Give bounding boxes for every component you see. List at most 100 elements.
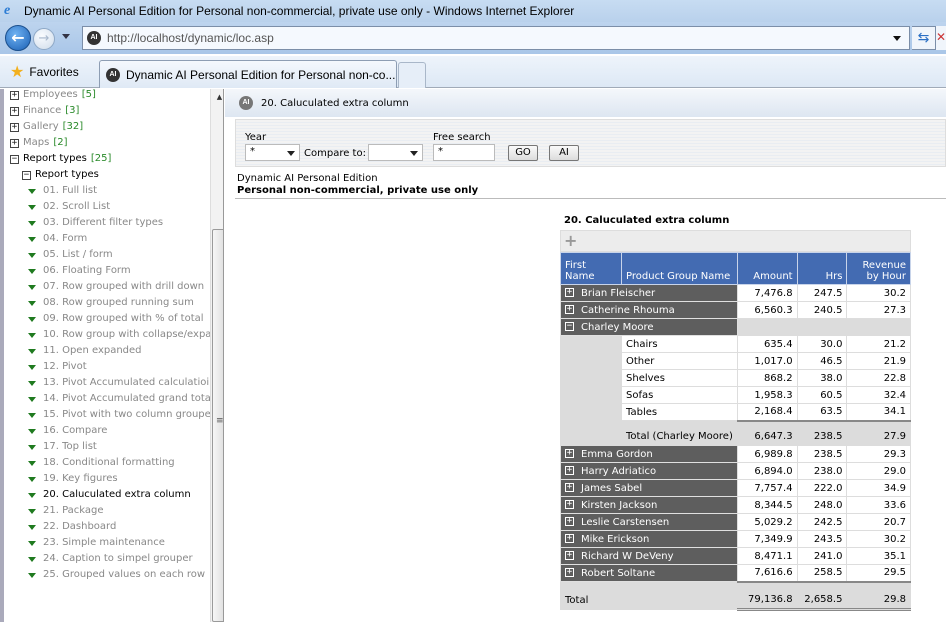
sidebar-report-label: 08. Row grouped running sum xyxy=(43,297,194,308)
sidebar-report-item[interactable]: 12. Pivot xyxy=(10,359,210,375)
sidebar-report-item[interactable]: 16. Compare xyxy=(10,423,210,439)
group-name-cell[interactable]: + Harry Adriatico xyxy=(560,462,738,480)
expand-icon[interactable]: + xyxy=(565,500,574,509)
stop-button[interactable]: ✕ xyxy=(936,26,946,50)
col-product-group[interactable]: Product Group Name xyxy=(621,252,738,285)
tree-group-label: Report types xyxy=(23,153,87,164)
sidebar-report-item[interactable]: 25. Grouped values on each row xyxy=(10,567,210,583)
tree-group[interactable]: + Finance [3] xyxy=(10,103,210,119)
group-name-cell[interactable]: + Brian Fleischer xyxy=(560,284,738,302)
expand-icon[interactable]: + xyxy=(565,517,574,526)
sidebar-report-item[interactable]: 06. Floating Form xyxy=(10,263,210,279)
expand-icon[interactable]: + xyxy=(10,122,19,132)
scroll-grip-icon: ≡ xyxy=(216,416,224,426)
sidebar-report-item[interactable]: 04. Form xyxy=(10,231,210,247)
collapse-icon[interactable]: − xyxy=(565,322,574,331)
expand-icon[interactable]: + xyxy=(565,551,574,560)
grand-total-amount: 79,136.8 xyxy=(736,580,798,611)
sidebar-report-item[interactable]: 07. Row grouped with drill down xyxy=(10,279,210,295)
sidebar-report-label: 04. Form xyxy=(43,233,88,244)
detail-row: Tables 2,168.4 63.5 34.1 xyxy=(559,403,911,421)
browser-tab[interactable]: AI Dynamic AI Personal Edition for Perso… xyxy=(99,60,397,88)
sidebar-report-item[interactable]: 21. Package xyxy=(10,503,210,519)
sidebar-report-item[interactable]: 23. Simple maintenance xyxy=(10,535,210,551)
sidebar-report-item[interactable]: 13. Pivot Accumulated calculatioi xyxy=(10,375,210,391)
refresh-button[interactable]: ⇆ xyxy=(912,26,936,50)
col-revenue-by-hour[interactable]: Revenue by Hour xyxy=(846,252,911,285)
sidebar-report-label: 14. Pivot Accumulated grand tota xyxy=(43,393,211,404)
go-button[interactable]: GO xyxy=(508,145,538,161)
sidebar-report-item[interactable]: 14. Pivot Accumulated grand tota xyxy=(10,391,211,407)
collapse-icon[interactable]: − xyxy=(10,154,19,164)
tree-group-label: Gallery xyxy=(23,121,59,132)
group-name-cell[interactable]: + Emma Gordon xyxy=(560,445,738,463)
tree-group[interactable]: + Employees [5] xyxy=(10,89,210,103)
group-name-cell[interactable]: + Leslie Carstensen xyxy=(560,513,738,531)
col-first-name[interactable]: First Name xyxy=(559,252,623,285)
sidebar-report-item[interactable]: 10. Row group with collapse/expai xyxy=(10,327,214,343)
tree-group[interactable]: − Report types [25] xyxy=(10,151,210,167)
tree-subgroup[interactable]: − Report types xyxy=(10,167,210,183)
expand-icon[interactable]: + xyxy=(10,106,19,116)
sidebar-report-item[interactable]: 09. Row grouped with % of total xyxy=(10,311,210,327)
group-name-cell[interactable]: + James Sabel xyxy=(560,479,738,497)
favorites-button[interactable]: ★ Favorites xyxy=(10,62,79,82)
tree-group[interactable]: + Gallery [32] xyxy=(10,119,210,135)
new-tab-button[interactable] xyxy=(398,62,426,88)
expand-icon[interactable]: + xyxy=(565,288,574,297)
sidebar-scrollbar[interactable]: ▲ ≡ xyxy=(210,89,224,622)
sidebar-report-item[interactable]: 15. Pivot with two column grouper xyxy=(10,407,215,423)
sidebar-report-item[interactable]: 11. Open expanded xyxy=(10,343,210,359)
report-tree: + Employees [5] + Finance [3] + Gallery … xyxy=(10,89,215,583)
group-name-cell[interactable]: + Catherine Rhouma xyxy=(560,301,738,319)
sidebar-report-item[interactable]: 24. Caption to simpel grouper xyxy=(10,551,210,567)
scroll-thumb[interactable]: ≡ xyxy=(212,229,224,622)
year-select[interactable]: * xyxy=(245,144,300,161)
address-dropdown-icon[interactable] xyxy=(893,36,901,41)
group-name-cell[interactable]: + Mike Erickson xyxy=(560,530,738,548)
history-dropdown-icon[interactable] xyxy=(62,34,70,39)
col-hrs[interactable]: Hrs xyxy=(796,252,848,285)
compare-select[interactable] xyxy=(368,144,423,161)
col-amount[interactable]: Amount xyxy=(736,252,798,285)
group-name-cell[interactable]: − Charley Moore xyxy=(560,318,738,336)
amount-cell: 635.4 xyxy=(736,335,798,353)
collapse-icon[interactable]: − xyxy=(22,170,31,180)
hrs-cell: 247.5 xyxy=(796,284,848,302)
expand-icon[interactable]: + xyxy=(565,449,574,458)
address-url[interactable]: http://localhost/dynamic/loc.asp xyxy=(107,31,274,45)
scroll-up-arrow-icon[interactable]: ▲ xyxy=(211,89,223,105)
sidebar-report-item[interactable]: 17. Top list xyxy=(10,439,210,455)
revenue-cell: 33.6 xyxy=(846,496,911,514)
free-search-input[interactable]: * xyxy=(433,144,495,161)
group-name-cell[interactable]: + Kirsten Jackson xyxy=(560,496,738,514)
group-name-cell[interactable]: + Robert Soltane xyxy=(560,564,738,582)
expand-icon[interactable]: + xyxy=(565,483,574,492)
expand-icon[interactable]: + xyxy=(565,568,574,577)
add-grouping-button[interactable]: + xyxy=(560,230,911,252)
group-row: + Richard W DeVeny 8,471.1 241.0 35.1 xyxy=(560,547,911,565)
back-button[interactable]: ← xyxy=(5,25,31,51)
sidebar-report-item[interactable]: 20. Caluculated extra column xyxy=(10,487,210,503)
empty-cell xyxy=(736,318,912,336)
expand-icon[interactable]: + xyxy=(565,466,574,475)
expand-icon[interactable]: + xyxy=(10,138,19,148)
forward-button[interactable]: → xyxy=(33,28,55,50)
expand-icon[interactable]: + xyxy=(565,305,574,314)
table-header-row: First Name Product Group Name Amount Hrs… xyxy=(559,252,911,285)
revenue-cell: 30.2 xyxy=(846,530,911,548)
sidebar-report-item[interactable]: 03. Different filter types xyxy=(10,215,210,231)
ai-button[interactable]: AI xyxy=(549,145,579,161)
sidebar-report-item[interactable]: 22. Dashboard xyxy=(10,519,210,535)
group-name-cell[interactable]: + Richard W DeVeny xyxy=(560,547,738,565)
tree-group[interactable]: + Maps [2] xyxy=(10,135,210,151)
sidebar-report-item[interactable]: 01. Full list xyxy=(10,183,210,199)
sidebar-report-item[interactable]: 02. Scroll List xyxy=(10,199,210,215)
expand-icon[interactable]: + xyxy=(10,90,19,100)
sidebar-report-item[interactable]: 08. Row grouped running sum xyxy=(10,295,210,311)
sidebar-report-item[interactable]: 05. List / form xyxy=(10,247,210,263)
sidebar-report-item[interactable]: 18. Conditional formatting xyxy=(10,455,210,471)
address-bar[interactable]: AI http://localhost/dynamic/loc.asp xyxy=(82,26,910,50)
sidebar-report-item[interactable]: 19. Key figures xyxy=(10,471,210,487)
expand-icon[interactable]: + xyxy=(565,534,574,543)
